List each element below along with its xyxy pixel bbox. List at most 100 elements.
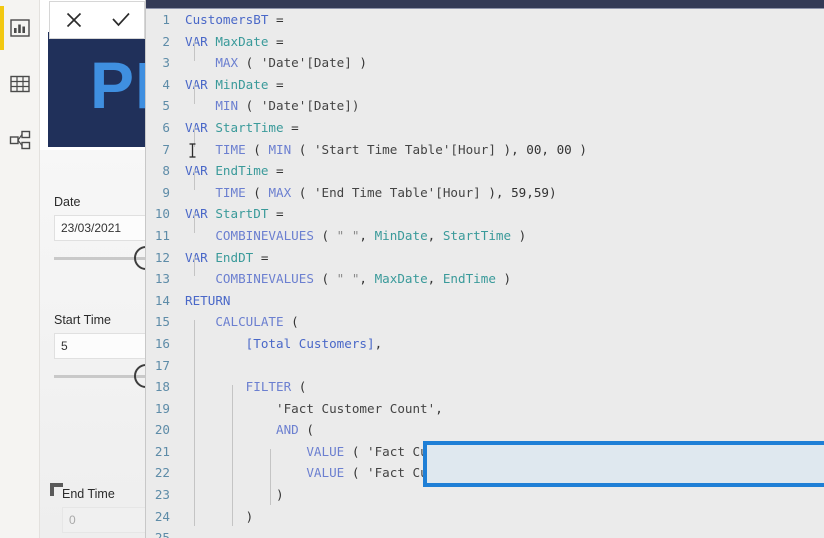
selection-handle-top-left[interactable] [50, 483, 63, 496]
code-line-text[interactable]: RETURN [176, 290, 824, 312]
code-line-text[interactable] [176, 355, 824, 377]
code-line[interactable]: 14 RETURN [146, 289, 824, 312]
code-token: = [268, 33, 284, 49]
code-line[interactable]: 11 COMBINEVALUES ( " ", MinDate, StartTi… [146, 224, 824, 247]
line-number: 8 [146, 160, 176, 182]
code-line-text[interactable]: CALCULATE ( [176, 311, 824, 333]
sidebar-item-report-view[interactable] [0, 0, 40, 56]
slicer-start-time-value[interactable]: 5 [54, 333, 150, 359]
sidebar-item-data-view[interactable] [0, 56, 40, 112]
code-line[interactable]: 16 [Total Customers], [146, 332, 824, 355]
code-line[interactable]: 17 [146, 354, 824, 377]
code-line-text[interactable]: COMBINEVALUES ( " ", MaxDate, EndTime ) [176, 268, 824, 290]
code-token: = [268, 163, 284, 179]
code-line[interactable]: 2 VAR MaxDate = [146, 30, 824, 53]
code-token: ( [238, 98, 261, 114]
code-token: ( [291, 141, 314, 157]
code-token: MinDate [374, 227, 428, 243]
code-token: " " [336, 227, 360, 243]
code-line[interactable]: 10 VAR StartDT = [146, 203, 824, 225]
code-line[interactable]: 13 COMBINEVALUES ( " ", MaxDate, EndTime… [146, 268, 824, 290]
code-line[interactable]: 1 CustomersBT = [146, 9, 824, 31]
line-number: 10 [146, 203, 176, 225]
slicer-start-time[interactable]: Start Time 5 [54, 313, 158, 388]
commit-button[interactable] [101, 3, 141, 37]
slicer-date-slider[interactable] [54, 246, 158, 270]
code-line-text[interactable]: [Total Customers], [176, 333, 824, 355]
code-line[interactable]: 8 VAR EndTime = [146, 160, 824, 182]
code-token: 'Fact Customer Count' [276, 400, 436, 416]
code-token: MinDate [215, 76, 269, 92]
view-switcher-rail [0, 0, 40, 538]
line-number: 18 [146, 376, 176, 398]
code-line[interactable]: 4 VAR MinDate = [146, 73, 824, 96]
slicer-date[interactable]: Date 23/03/2021 [54, 195, 158, 270]
code-line-text[interactable]: TIME ( MIN ( 'Start Time Table'[Hour] ),… [176, 139, 824, 161]
line-number: 7 [146, 138, 176, 161]
code-token: , [374, 335, 383, 351]
code-token: ) [351, 55, 368, 71]
code-line-text[interactable]: AND ( [176, 419, 824, 441]
code-token: MaxDate [215, 33, 269, 49]
code-token: RETURN [185, 292, 231, 308]
code-line-text[interactable]: TIME ( MAX ( 'End Time Table'[Hour] ), 5… [176, 182, 824, 204]
code-line[interactable]: 20 AND ( [146, 419, 824, 441]
code-line[interactable]: 12 VAR EndDT = [146, 246, 824, 269]
code-token: = [253, 249, 269, 265]
code-line[interactable]: 5 MIN ( 'Date'[Date]) [146, 95, 824, 117]
code-line-text[interactable]: VAR EndDT = [176, 247, 824, 269]
line-number: 2 [146, 30, 176, 53]
code-line[interactable]: 24 ) [146, 505, 824, 528]
code-line[interactable]: 19 'Fact Customer Count', [146, 397, 824, 420]
indent-guide [194, 83, 195, 104]
dax-formula-editor[interactable]: 1 CustomersBT = 2 VAR MaxDate = 3 MAX ( 'Da… [145, 0, 824, 538]
slicer-date-value[interactable]: 23/03/2021 [54, 215, 150, 241]
code-line-text[interactable]: VAR MaxDate = [176, 31, 824, 53]
code-token: " " [336, 271, 360, 287]
line-number: 1 [146, 9, 176, 31]
code-line[interactable]: 7 TIME ( MIN ( 'Start Time Table'[Hour] … [146, 138, 824, 161]
code-line-text[interactable]: COMBINEVALUES ( " ", MinDate, StartTime … [176, 225, 824, 247]
code-line[interactable]: 15 CALCULATE ( [146, 311, 824, 333]
code-line-text[interactable]: 'Fact Customer Count', [176, 398, 824, 420]
line-number: 12 [146, 246, 176, 269]
code-line-text[interactable]: FILTER ( [176, 376, 824, 398]
code-token: VAR [185, 119, 216, 135]
code-line-text[interactable]: VAR EndTime = [176, 160, 824, 182]
line-number: 19 [146, 397, 176, 420]
code-line-text[interactable]: MAX ( 'Date'[Date] ) [176, 52, 824, 74]
code-token: VAR [185, 33, 216, 49]
code-line[interactable]: 25 [146, 527, 824, 538]
code-token: EndDT [215, 249, 254, 265]
indent-guide [194, 320, 195, 526]
slicer-end-time[interactable]: End Time 0 [50, 483, 158, 533]
line-number: 11 [146, 224, 176, 247]
cancel-button[interactable] [54, 3, 94, 37]
slicer-start-time-label: Start Time [54, 313, 111, 327]
code-line-text[interactable]: VAR StartTime = [176, 117, 824, 139]
slicer-end-time-value[interactable]: 0 [62, 507, 158, 533]
slicer-start-time-slider[interactable] [54, 364, 158, 388]
text-cursor-icon [188, 142, 197, 158]
code-line-text[interactable]: VAR StartDT = [176, 203, 824, 225]
code-token: ( [344, 465, 367, 481]
line-number: 6 [146, 116, 176, 139]
code-line[interactable]: 18 FILTER ( [146, 376, 824, 398]
code-line[interactable]: 23 ) [146, 484, 824, 506]
code-token: VAR [185, 249, 216, 265]
line-number: 13 [146, 268, 176, 290]
code-line-text[interactable]: MIN ( 'Date'[Date]) [176, 95, 824, 117]
code-line-text[interactable]: ) [176, 484, 824, 506]
code-line-text[interactable]: CustomersBT = [176, 9, 824, 31]
code-line-text[interactable] [176, 527, 824, 538]
code-line[interactable]: 6 VAR StartTime = [146, 116, 824, 139]
code-line-text[interactable]: ) [176, 506, 824, 528]
line-number: 17 [146, 354, 176, 377]
code-line-text[interactable]: VAR MinDate = [176, 74, 824, 96]
sidebar-item-model-view[interactable] [0, 112, 40, 168]
code-token: = [268, 76, 284, 92]
code-line[interactable]: 9 TIME ( MAX ( 'End Time Table'[Hour] ),… [146, 181, 824, 204]
code-line[interactable]: 3 MAX ( 'Date'[Date] ) [146, 52, 824, 74]
